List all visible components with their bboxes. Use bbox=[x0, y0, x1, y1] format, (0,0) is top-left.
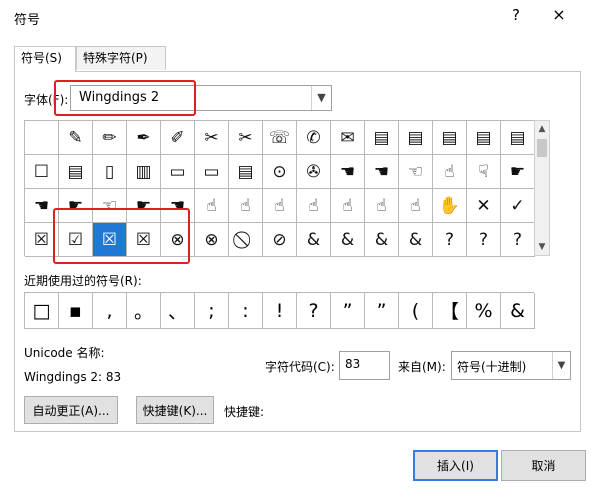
symbol-cell[interactable]: ▭ bbox=[161, 155, 195, 189]
symbol-cell[interactable]: ✎ bbox=[59, 121, 93, 155]
from-label: 来自(M): bbox=[398, 360, 446, 374]
symbol-cell[interactable]: ✏ bbox=[93, 121, 127, 155]
recent-symbol-cell[interactable]: & bbox=[501, 293, 535, 329]
autocorrect-button[interactable]: 自动更正(A)... bbox=[24, 396, 118, 424]
symbol-cell[interactable]: ? bbox=[433, 223, 467, 257]
symbol-cell[interactable]: ☝ bbox=[365, 189, 399, 223]
symbol-cell[interactable]: ☟ bbox=[467, 155, 501, 189]
unicode-name-value: Wingdings 2: 83 bbox=[24, 370, 122, 384]
symbol-cell[interactable]: ? bbox=[467, 223, 501, 257]
symbol-cell[interactable]: ✋ bbox=[433, 189, 467, 223]
symbol-cell[interactable]: ? bbox=[501, 223, 535, 257]
symbol-cell[interactable]: ☝ bbox=[229, 189, 263, 223]
symbol-cell[interactable]: ☝ bbox=[331, 189, 365, 223]
shortcut-key-button[interactable]: 快捷键(K)... bbox=[136, 396, 214, 424]
symbol-cell[interactable]: & bbox=[365, 223, 399, 257]
symbol-cell[interactable]: ✆ bbox=[297, 121, 331, 155]
from-dropdown[interactable]: 符号(十进制) ▼ bbox=[451, 351, 571, 380]
symbol-cell[interactable]: ▤ bbox=[59, 155, 93, 189]
recent-symbol-cell[interactable]: ? bbox=[297, 293, 331, 329]
symbol-cell[interactable]: ☝ bbox=[399, 189, 433, 223]
symbol-cell[interactable]: ✐ bbox=[161, 121, 195, 155]
title-bar: 符号 ? × bbox=[0, 0, 595, 34]
symbol-cell[interactable]: ▤ bbox=[399, 121, 433, 155]
recent-symbol-cell[interactable]: 、 bbox=[161, 293, 195, 329]
symbol-cell[interactable]: ☝ bbox=[195, 189, 229, 223]
shortcut-label: 快捷键: bbox=[224, 405, 265, 419]
recent-symbol-cell[interactable]: : bbox=[229, 293, 263, 329]
recent-symbol-cell[interactable]: ” bbox=[365, 293, 399, 329]
recent-symbol-cell[interactable]: ▪ bbox=[59, 293, 93, 329]
scroll-up-icon[interactable]: ▲ bbox=[535, 121, 549, 137]
symbol-cell[interactable]: ✉ bbox=[331, 121, 365, 155]
help-icon[interactable]: ? bbox=[506, 6, 526, 24]
symbol-cell[interactable]: ▤ bbox=[433, 121, 467, 155]
annotation-box-checkboxes bbox=[53, 208, 190, 264]
symbol-cell[interactable]: ⊙ bbox=[263, 155, 297, 189]
symbol-cell[interactable]: ⃠ bbox=[229, 223, 263, 257]
from-value: 符号(十进制) bbox=[457, 360, 527, 374]
chevron-down-icon[interactable]: ▼ bbox=[552, 352, 570, 379]
symbol-cell[interactable]: ▯ bbox=[93, 155, 127, 189]
scroll-down-icon[interactable]: ▼ bbox=[535, 239, 549, 255]
symbol-cell[interactable]: ✕ bbox=[467, 189, 501, 223]
annotation-box-font bbox=[54, 80, 196, 116]
symbol-cell[interactable]: ☜ bbox=[399, 155, 433, 189]
symbol-cell[interactable]: ▤ bbox=[365, 121, 399, 155]
recent-symbol-cell[interactable]: 。 bbox=[127, 293, 161, 329]
symbol-cell[interactable]: & bbox=[297, 223, 331, 257]
char-code-input[interactable]: 83 bbox=[339, 351, 390, 380]
recent-symbols-label: 近期使用过的符号(R): bbox=[24, 274, 142, 288]
symbol-cell[interactable]: & bbox=[331, 223, 365, 257]
tab-special-characters[interactable]: 特殊字符(P) bbox=[76, 46, 166, 70]
symbol-cell[interactable]: ☚ bbox=[331, 155, 365, 189]
insert-button[interactable]: 插入(I) bbox=[413, 450, 498, 481]
symbol-cell[interactable]: ✓ bbox=[501, 189, 535, 223]
recent-symbol-cell[interactable]: 【 bbox=[433, 293, 467, 329]
symbol-cell[interactable]: ☚ bbox=[365, 155, 399, 189]
recent-symbol-cell[interactable]: , bbox=[93, 293, 127, 329]
symbol-cell[interactable]: ✂ bbox=[195, 121, 229, 155]
symbol-cell[interactable]: ⊘ bbox=[263, 223, 297, 257]
symbol-cell[interactable]: ☐ bbox=[25, 155, 59, 189]
char-code-label: 字符代码(C): bbox=[265, 360, 335, 374]
recent-symbol-cell[interactable]: ( bbox=[399, 293, 433, 329]
symbol-cell[interactable]: ▤ bbox=[467, 121, 501, 155]
symbol-cell[interactable]: ▤ bbox=[229, 155, 263, 189]
symbol-cell[interactable]: & bbox=[399, 223, 433, 257]
close-icon[interactable]: × bbox=[549, 5, 569, 24]
symbol-cell[interactable]: ▥ bbox=[127, 155, 161, 189]
symbol-cell[interactable]: ▭ bbox=[195, 155, 229, 189]
symbol-cell[interactable]: ⊗ bbox=[195, 223, 229, 257]
recent-symbol-cell[interactable]: ; bbox=[195, 293, 229, 329]
unicode-name-label: Unicode 名称: bbox=[24, 346, 105, 360]
scroll-thumb[interactable] bbox=[537, 139, 547, 157]
recent-symbol-cell[interactable]: □ bbox=[25, 293, 59, 329]
symbol-cell[interactable]: ▤ bbox=[501, 121, 535, 155]
recent-symbol-cell[interactable]: ! bbox=[263, 293, 297, 329]
dialog-title: 符号 bbox=[14, 13, 41, 28]
grid-scrollbar[interactable]: ▲ ▼ bbox=[534, 120, 550, 256]
tab-symbols[interactable]: 符号(S) bbox=[14, 46, 76, 72]
symbol-cell[interactable] bbox=[25, 121, 59, 155]
symbol-cell[interactable]: ☏ bbox=[263, 121, 297, 155]
symbol-cell[interactable]: ☝ bbox=[297, 189, 331, 223]
cancel-button[interactable]: 取消 bbox=[501, 450, 586, 481]
symbol-cell[interactable]: ☝ bbox=[263, 189, 297, 223]
symbol-cell[interactable]: ✒ bbox=[127, 121, 161, 155]
symbol-cell[interactable]: ✇ bbox=[297, 155, 331, 189]
symbol-cell[interactable]: ☝ bbox=[433, 155, 467, 189]
recent-symbols-grid: □ ▪,。、;:!?””(【% & bbox=[24, 292, 535, 329]
symbol-cell[interactable]: ✂ bbox=[229, 121, 263, 155]
symbol-cell[interactable]: ☛ bbox=[501, 155, 535, 189]
recent-symbol-cell[interactable]: ” bbox=[331, 293, 365, 329]
recent-symbol-cell[interactable]: % bbox=[467, 293, 501, 329]
chevron-down-icon[interactable]: ▼ bbox=[311, 86, 331, 110]
